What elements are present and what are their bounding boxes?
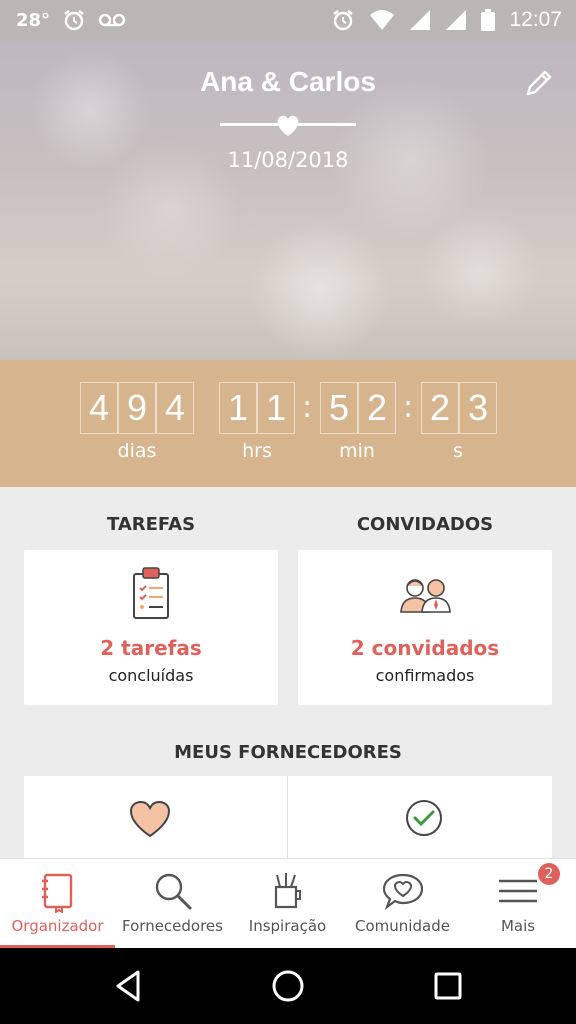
nav-label: Inspiração xyxy=(248,917,327,935)
nav-mais[interactable]: 2 Mais xyxy=(460,859,576,948)
nav-label: Mais xyxy=(500,917,536,935)
pencil-cup-icon xyxy=(266,869,310,913)
home-icon[interactable] xyxy=(268,966,308,1006)
nav-fornecedores[interactable]: Fornecedores xyxy=(115,859,230,948)
days-digit: 9 xyxy=(118,382,156,434)
nav-organizador[interactable]: Organizador xyxy=(0,859,115,948)
providers-title: MEUS FORNECEDORES xyxy=(174,742,402,763)
clock-text: 12:07 xyxy=(509,8,562,31)
notification-badge: 2 xyxy=(538,863,560,885)
check-circle-icon xyxy=(406,800,442,836)
notebook-icon xyxy=(36,869,80,914)
heart-divider xyxy=(220,112,356,138)
time-separator: : xyxy=(302,390,313,425)
favorite-providers-tile[interactable] xyxy=(24,776,287,866)
tasks-card[interactable]: 2 tarefas concluídas xyxy=(24,550,278,705)
heart-icon xyxy=(277,115,299,136)
guests-count: 2 convidados xyxy=(350,636,500,660)
heart-bubble-icon xyxy=(381,869,425,913)
guests-subtitle: confirmados xyxy=(375,666,475,685)
minutes-label: min xyxy=(339,440,375,462)
minutes-digit: 2 xyxy=(358,382,396,434)
recent-apps-icon[interactable] xyxy=(428,966,468,1006)
time-separator: : xyxy=(403,390,414,425)
temperature-text: 28° xyxy=(16,9,51,31)
system-navigation-bar xyxy=(0,948,576,1024)
voicemail-icon xyxy=(98,10,126,30)
guests-title: CONVIDADOS xyxy=(356,514,494,535)
signal-icon xyxy=(445,9,467,31)
hours-digit: 1 xyxy=(257,382,295,434)
signal-icon xyxy=(409,9,431,31)
nav-label: Organizador xyxy=(11,917,104,935)
status-bar: 28° 12:07 xyxy=(0,0,576,40)
menu-icon xyxy=(496,869,540,913)
hours-digit: 1 xyxy=(219,382,257,434)
alarm-icon xyxy=(331,8,355,32)
alarm-icon xyxy=(62,8,86,32)
search-icon xyxy=(151,869,195,913)
heart-icon xyxy=(129,800,171,838)
back-icon[interactable] xyxy=(108,966,148,1006)
nav-label: Comunidade xyxy=(355,917,450,935)
providers-card xyxy=(24,776,552,866)
seconds-digit: 3 xyxy=(459,382,497,434)
nav-label: Fornecedores xyxy=(122,917,223,935)
couple-names: Ana & Carlos xyxy=(200,66,376,97)
guests-icon xyxy=(398,566,452,618)
minutes-digit: 5 xyxy=(320,382,358,434)
guests-card[interactable]: 2 convidados confirmados xyxy=(298,550,552,705)
nav-comunidade[interactable]: Comunidade xyxy=(345,859,460,948)
wedding-header: Ana & Carlos 11/08/2018 xyxy=(0,40,576,360)
days-label: dias xyxy=(117,440,157,462)
days-digit: 4 xyxy=(80,382,118,434)
seconds-digit: 2 xyxy=(421,382,459,434)
edit-pencil-icon[interactable] xyxy=(524,68,554,98)
battery-icon xyxy=(481,9,496,31)
wifi-icon xyxy=(369,9,395,31)
bottom-navigation: Organizador Fornecedores Inspiração Comu… xyxy=(0,858,576,948)
booked-providers-tile[interactable] xyxy=(288,776,552,866)
seconds-label: s xyxy=(453,440,463,462)
countdown-panel: 4 9 4 1 1 : 5 2 : 2 3 dias hrs min s xyxy=(0,360,576,487)
wedding-date: 11/08/2018 xyxy=(227,148,349,172)
tasks-count: 2 tarefas xyxy=(100,636,202,660)
tasks-title: TAREFAS xyxy=(106,514,196,535)
days-digit: 4 xyxy=(156,382,194,434)
nav-inspiracao[interactable]: Inspiração xyxy=(230,859,345,948)
hours-label: hrs xyxy=(242,440,272,462)
tasks-subtitle: concluídas xyxy=(108,666,194,685)
checklist-icon xyxy=(131,566,171,624)
